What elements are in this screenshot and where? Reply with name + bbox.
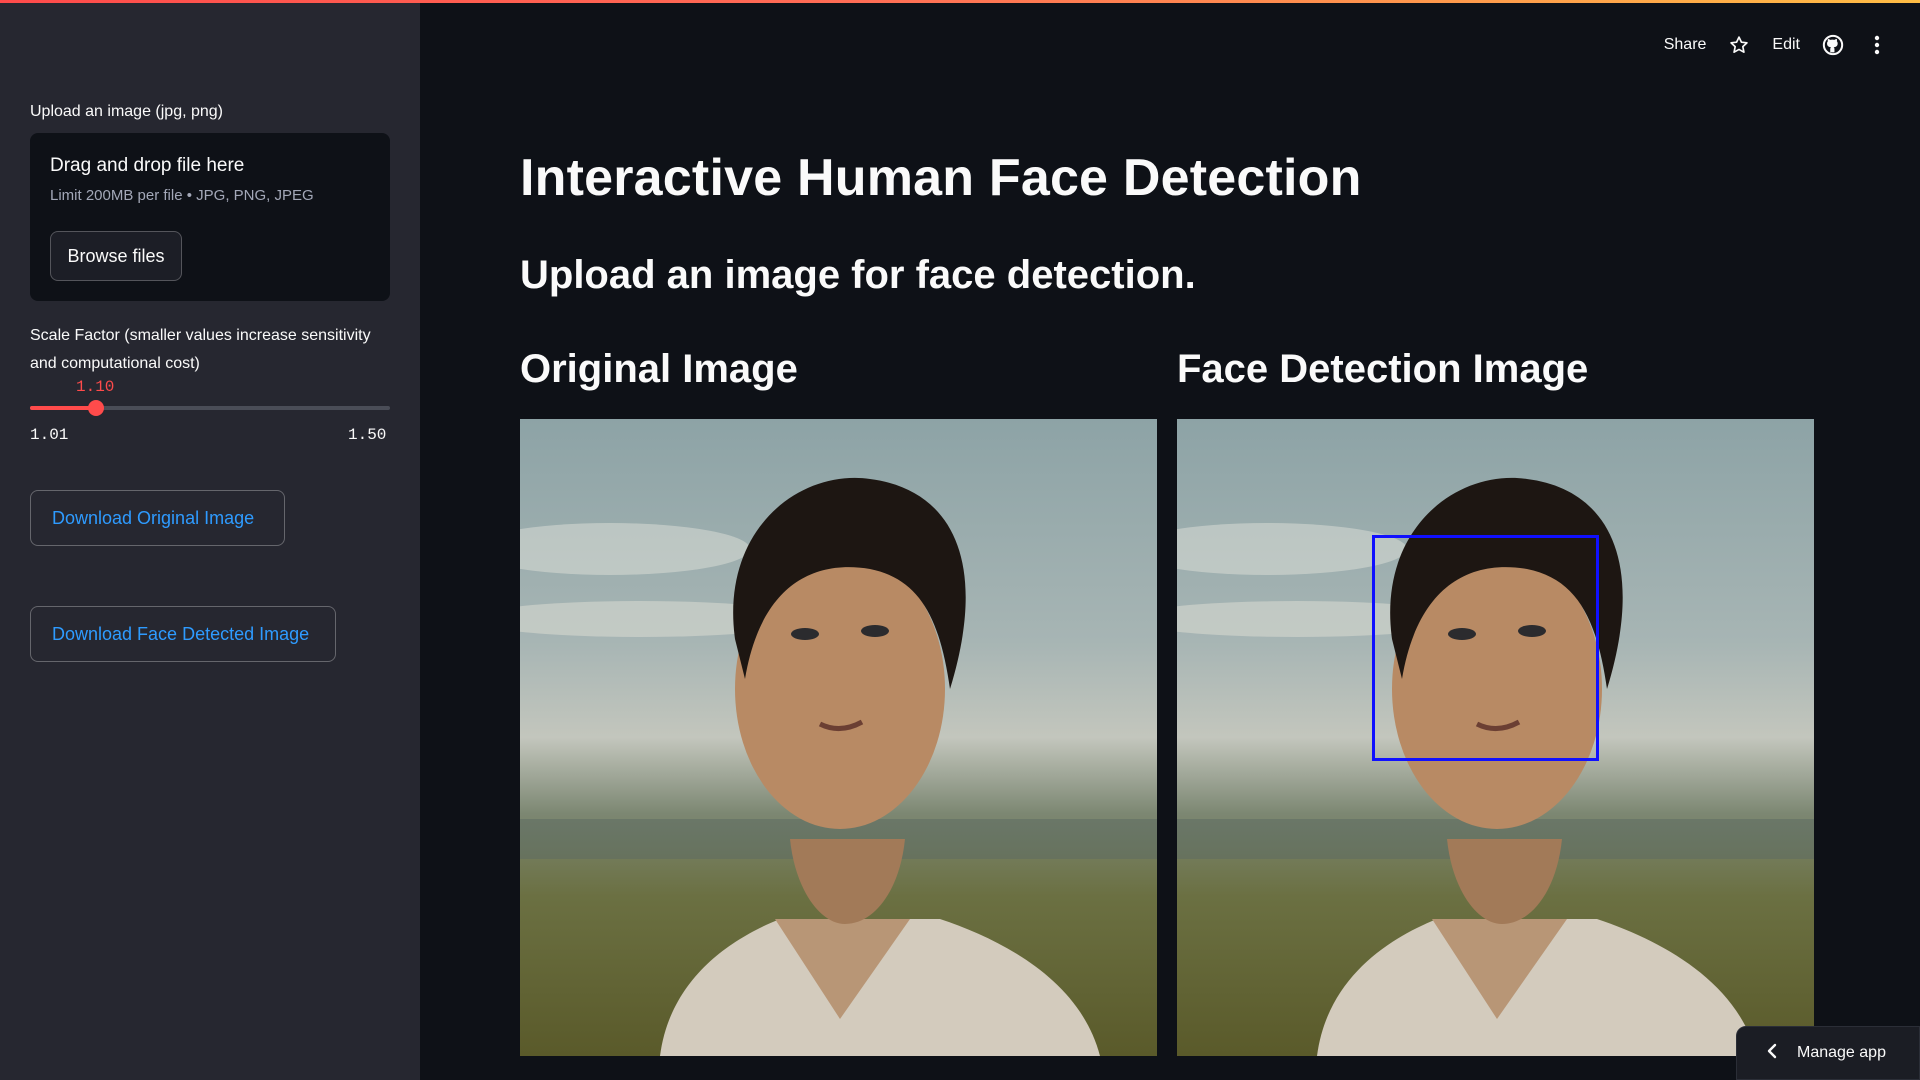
manage-app-label: Manage app [1797,1044,1886,1061]
original-image [520,419,1157,1056]
edit-button[interactable]: Edit [1772,36,1800,54]
share-button[interactable]: Share [1664,36,1707,54]
dropzone-title: Drag and drop file here [50,155,245,176]
detected-face-box [1372,535,1599,761]
download-original-button[interactable]: Download Original Image [30,490,285,546]
manage-app-button[interactable]: Manage app [1736,1026,1920,1080]
file-dropzone[interactable]: Drag and drop file here Limit 200MB per … [30,133,390,301]
page-subtitle: Upload an image for face detection. [520,253,1196,297]
scale-factor-label: Scale Factor (smaller values increase se… [30,327,371,372]
sidebar: Upload an image (jpg, png) Drag and drop… [0,0,420,1080]
page-title: Interactive Human Face Detection [520,149,1362,207]
scale-factor-slider[interactable] [30,400,390,416]
slider-thumb[interactable] [88,400,105,416]
slider-min-value: 1.01 [30,426,69,444]
uploader-label: Upload an image (jpg, png) [30,103,224,120]
slider-current-value: 1.10 [76,378,115,396]
star-icon[interactable] [1728,34,1750,56]
top-decoration-bar [0,0,1920,3]
dropzone-limit: Limit 200MB per file • JPG, PNG, JPEG [50,187,314,204]
github-icon[interactable] [1822,34,1844,56]
header-actions: Share Edit [1664,30,1888,60]
slider-max-value: 1.50 [348,426,387,444]
browse-files-button[interactable]: Browse files [50,231,182,281]
more-vertical-icon[interactable] [1866,34,1888,56]
face-detection-image [1177,419,1814,1056]
face-detection-heading: Face Detection Image [1177,347,1589,391]
chevron-left-icon [1767,1043,1777,1064]
download-face-detected-button[interactable]: Download Face Detected Image [30,606,336,662]
original-image-heading: Original Image [520,347,798,391]
slider-fill [30,406,97,410]
